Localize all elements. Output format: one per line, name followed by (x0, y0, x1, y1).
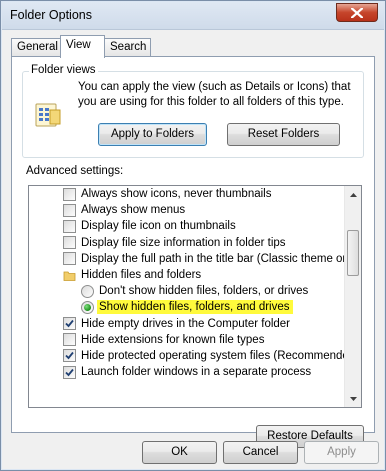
view-tab-page: Folder views You can apply the view (suc… (11, 56, 375, 448)
folder-options-window: Folder Options General View Search Folde… (0, 0, 386, 471)
checkbox[interactable] (63, 187, 76, 201)
folder-views-icon (35, 103, 61, 127)
close-icon (351, 7, 363, 18)
setting-label: Hide protected operating system files (R… (81, 349, 360, 362)
checkbox[interactable] (63, 236, 76, 250)
setting-label: Always show icons, never thumbnails (81, 188, 272, 201)
setting-label: Don't show hidden files, folders, or dri… (99, 285, 309, 298)
checkbox[interactable] (63, 365, 76, 379)
setting-label: Display file size information in folder … (81, 236, 286, 249)
setting-always-show-menus[interactable]: Always show menus (29, 202, 346, 218)
setting-label: Hidden files and folders (81, 269, 202, 282)
title-bar[interactable]: Folder Options (2, 2, 384, 30)
setting-hidden-files-folder: Hidden files and folders (29, 267, 346, 283)
checkbox[interactable] (63, 349, 76, 363)
setting-hide-extensions[interactable]: Hide extensions for known file types (29, 332, 346, 348)
radio-button[interactable] (81, 300, 94, 314)
setting-display-file-size[interactable]: Display file size information in folder … (29, 235, 346, 251)
setting-display-file-icon[interactable]: Display file icon on thumbnails (29, 218, 346, 234)
checkbox[interactable] (63, 252, 76, 266)
tab-view[interactable]: View (60, 35, 105, 58)
cancel-button[interactable]: Cancel (223, 441, 298, 464)
setting-label: Display file icon on thumbnails (81, 220, 236, 233)
tab-search[interactable]: Search (104, 38, 151, 57)
ok-button[interactable]: OK (142, 441, 217, 464)
folder-views-description: You can apply the view (such as Details … (78, 81, 351, 108)
folder-views-group: Folder views You can apply the view (suc… (22, 64, 364, 158)
tab-general[interactable]: General (11, 38, 61, 57)
radio-button[interactable] (81, 284, 94, 298)
apply-button[interactable]: Apply (304, 441, 379, 464)
setting-label: Launch folder windows in a separate proc… (81, 366, 312, 379)
folder-icon (63, 271, 76, 281)
vertical-scrollbar[interactable] (344, 186, 361, 407)
setting-label: Always show menus (81, 204, 186, 217)
advanced-settings-label: Advanced settings: (26, 165, 124, 177)
checkbox[interactable] (63, 219, 76, 233)
scroll-thumb[interactable] (347, 230, 359, 276)
setting-label: Show hidden files, folders, and drives (97, 300, 293, 315)
close-button[interactable] (336, 3, 378, 22)
setting-hide-empty-drives[interactable]: Hide empty drives in the Computer folder (29, 316, 346, 332)
setting-launch-separate-process[interactable]: Launch folder windows in a separate proc… (29, 364, 346, 380)
checkbox[interactable] (63, 333, 76, 347)
checkbox[interactable] (63, 203, 76, 217)
setting-label: Display the full path in the title bar (… (81, 252, 361, 265)
setting-display-full-path[interactable]: Display the full path in the title bar (… (29, 251, 361, 267)
folder-views-title: Folder views (29, 64, 98, 76)
advanced-settings-list[interactable]: Always show icons, never thumbnails Alwa… (28, 185, 362, 408)
setting-always-show-icons[interactable]: Always show icons, never thumbnails (29, 186, 346, 202)
checkbox[interactable] (63, 317, 76, 331)
window-title: Folder Options (10, 8, 92, 22)
apply-to-folders-button[interactable]: Apply to Folders (98, 123, 207, 146)
scroll-down-arrow[interactable] (345, 390, 361, 407)
dialog-body: General View Search Folder views You can… (5, 31, 381, 468)
setting-dont-show-hidden[interactable]: Don't show hidden files, folders, or dri… (29, 283, 346, 299)
scroll-up-arrow[interactable] (345, 186, 361, 203)
setting-hide-protected-files[interactable]: Hide protected operating system files (R… (29, 348, 359, 364)
setting-label: Hide empty drives in the Computer folder (81, 317, 291, 330)
advanced-settings-rows: Always show icons, never thumbnails Alwa… (29, 186, 361, 380)
reset-folders-button[interactable]: Reset Folders (227, 123, 340, 146)
chevron-down-icon (349, 396, 357, 401)
setting-label: Hide extensions for known file types (81, 333, 265, 346)
setting-show-hidden[interactable]: Show hidden files, folders, and drives (29, 299, 346, 315)
chevron-up-icon (349, 192, 357, 197)
